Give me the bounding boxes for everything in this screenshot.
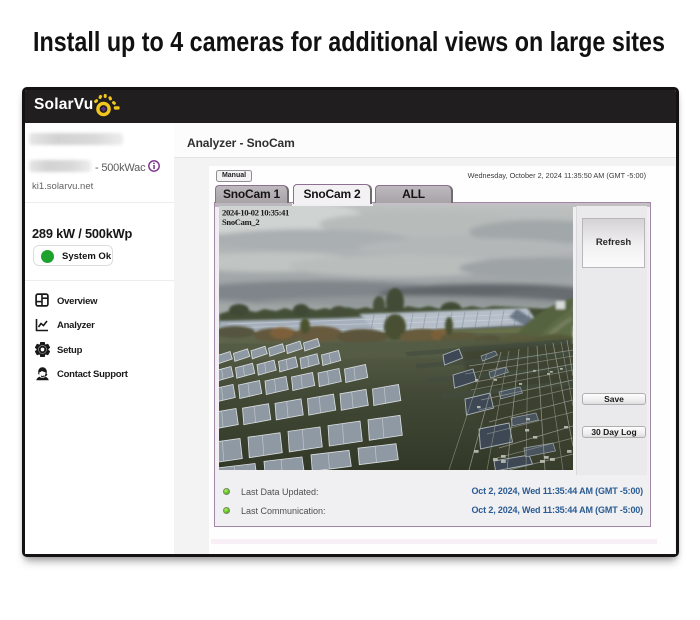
- svg-text:2024-10-02 10:35:41: 2024-10-02 10:35:41: [222, 208, 289, 218]
- svg-text:SnoCam_2: SnoCam_2: [222, 217, 259, 227]
